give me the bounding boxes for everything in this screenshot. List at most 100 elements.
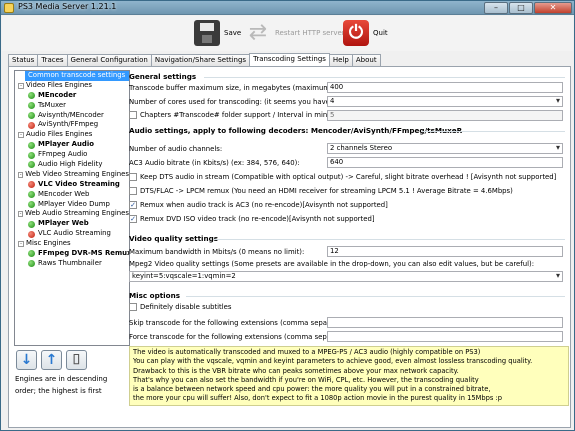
channels-label: Number of audio channels: [129,145,223,153]
bandwidth-label: Maximum bandwidth in Mbits/s (0 means no… [129,248,305,256]
tab-navigation-share-settings[interactable]: Navigation/Share Settings [150,54,251,66]
disable-subtitles-label: Definitely disable subtitles [140,303,232,311]
tree-item[interactable]: MEncoder [15,91,129,101]
buffer-size-input[interactable]: 400 [327,82,563,93]
audio-channels-select[interactable]: 2 channels Stereo [327,143,563,154]
collapse-icon[interactable]: - [18,171,24,178]
tab-traces[interactable]: Traces [37,54,68,66]
tree-item-label: Audio High Fidelity [38,160,103,169]
tree-item[interactable]: FFmpeg Audio [15,150,129,160]
general-settings-title: General settings [129,72,197,81]
collapse-icon[interactable]: - [18,82,24,89]
mpeg2-quality-combo[interactable]: keyint=5:vqscale=1:vqmin=2 [129,271,563,282]
quit-button[interactable]: ⏻ Quit [343,20,388,46]
window-controls: – □ ✕ [484,2,572,14]
enabled-status-icon [28,112,35,119]
tree-category[interactable]: - Misc Engines [15,239,129,249]
app-icon [4,3,14,13]
cores-label: Number of cores used for transcoding: (i… [129,98,340,106]
tab-about[interactable]: About [351,54,381,66]
tree-item[interactable]: MPlayer Web [15,219,129,229]
tree-category[interactable]: - Web Video Streaming Engines [15,170,129,180]
ac3-bitrate-input[interactable]: 640 [327,157,563,168]
save-icon [194,20,220,46]
chapters-interval-input[interactable]: 5 [327,110,563,121]
video-settings-title: Video quality settings [129,234,219,243]
max-bandwidth-input[interactable]: 12 [327,246,563,257]
enabled-status-icon [28,191,35,199]
tree-item[interactable]: TsMuxer [15,101,129,111]
force-transcode-input[interactable] [327,331,563,342]
tree-item-label: MEncoder [38,90,77,99]
tree-item-label: Raws Thumbnailer [38,258,102,267]
keep-dts-checkbox[interactable] [129,173,137,181]
tree-item-label: Avisynth/MEncoder [38,110,104,119]
lpcm-remux-checkbox[interactable] [129,187,137,195]
move-up-button[interactable]: ↑ [41,350,62,370]
tree-category[interactable]: - Audio Files Engines [15,130,129,140]
tree-item[interactable]: Raws Thumbnailer [15,259,129,269]
tree-item[interactable]: FFmpeg DVR-MS Remux [15,249,129,259]
note-line-1: Engines are in descending [15,375,108,383]
tab-help[interactable]: Help [328,54,353,66]
tree-item[interactable]: AviSynth/FFmpeg [15,120,129,130]
collapse-icon[interactable]: - [18,132,24,139]
tree-item-label: AviSynth/FFmpeg [38,120,99,129]
lpcm-remux-row[interactable]: DTS/FLAC -> LPCM remux (You need an HDMI… [129,187,513,195]
skip-transcode-input[interactable] [327,317,563,328]
buffer-label: Transcode buffer maximum size, in megaby… [129,84,353,92]
tab-status[interactable]: Status [8,54,39,66]
disable-subtitles-checkbox[interactable] [129,303,137,311]
power-icon: ⏻ [343,20,369,46]
tree-item-label: Video Files Engines [26,80,93,89]
disable-engine-button[interactable]: ⌷ [66,350,87,370]
help-line: is a balance between network speed and c… [133,385,491,394]
tree-category[interactable]: - Video Files Engines [15,81,129,91]
tree-item-label: FFmpeg DVR-MS Remux [38,249,130,258]
cores-select[interactable]: 4 [327,96,563,107]
tree-item[interactable]: Avisynth/MEncoder [15,111,129,121]
tree-item[interactable]: VLC Video Streaming [15,180,129,190]
tree-item-label: Web Audio Streaming Engines [25,209,129,218]
tree-item[interactable]: MPlayer Video Dump [15,200,129,210]
mpeg2-quality-label: Mpeg2 Video quality settings (Some prese… [129,260,535,268]
remux-ac3-checkbox[interactable]: ✓ [129,201,137,209]
close-window-button[interactable]: ✕ [534,2,572,14]
title-bar: PS3 Media Server 1.21.1 – □ ✕ [1,1,574,15]
remux-ac3-row[interactable]: ✓ Remux when audio track is AC3 (no re-e… [129,201,388,209]
maximize-button[interactable]: □ [509,2,533,14]
tree-item[interactable]: MEncoder Web [15,190,129,200]
move-down-button[interactable]: ↓ [16,350,37,370]
remux-dvd-checkbox[interactable]: ✓ [129,215,137,223]
help-line: You can play with the vqscale, vqmin and… [133,357,533,366]
tree-item-label: VLC Video Streaming [38,179,120,188]
skip-transcode-label: Skip transcode for the following extensi… [129,319,351,327]
save-button[interactable]: Save [194,20,241,46]
collapse-icon[interactable]: - [18,211,24,218]
chapters-checkbox-row[interactable]: Chapters #Transcode# folder support / In… [129,111,345,119]
tree-category[interactable]: - Web Audio Streaming Engines [15,209,129,219]
tab-general-configuration[interactable]: General Configuration [66,54,152,66]
enabled-status-icon [28,250,35,258]
chapters-checkbox[interactable] [129,111,137,119]
disabled-status-icon [28,230,35,238]
tree-item-label: MPlayer Audio [38,140,94,149]
tree-item[interactable]: VLC Audio Streaming [15,229,129,239]
enabled-status-icon [28,102,35,110]
minimize-button[interactable]: – [484,2,508,14]
enabled-status-icon [28,161,35,169]
ac3-bitrate-label: AC3 Audio bitrate (in Kbits/s) (ex: 384,… [129,159,300,167]
keep-dts-row[interactable]: Keep DTS audio in stream (Compatible wit… [129,173,556,181]
tab-transcoding-settings[interactable]: Transcoding Settings [249,53,330,66]
remux-dvd-row[interactable]: ✓ Remux DVD ISO video track (no re-encod… [129,215,375,223]
note-line-2: order; the highest is first [15,387,102,395]
audio-settings-title: Audio settings, apply to following decod… [129,126,463,135]
tree-item[interactable]: Audio High Fidelity [15,160,129,170]
collapse-icon[interactable]: - [18,241,24,248]
restart-http-server-button[interactable]: ⇄ Restart HTTP server [245,20,345,46]
disable-subtitles-row[interactable]: Definitely disable subtitles [129,303,232,311]
tree-item[interactable]: MPlayer Audio [15,140,129,150]
tree-item-label: MPlayer Video Dump [38,199,110,208]
engine-tree[interactable]: Common transcode settings - Video Files En… [14,70,130,346]
tree-item[interactable]: Common transcode settings [25,71,129,81]
